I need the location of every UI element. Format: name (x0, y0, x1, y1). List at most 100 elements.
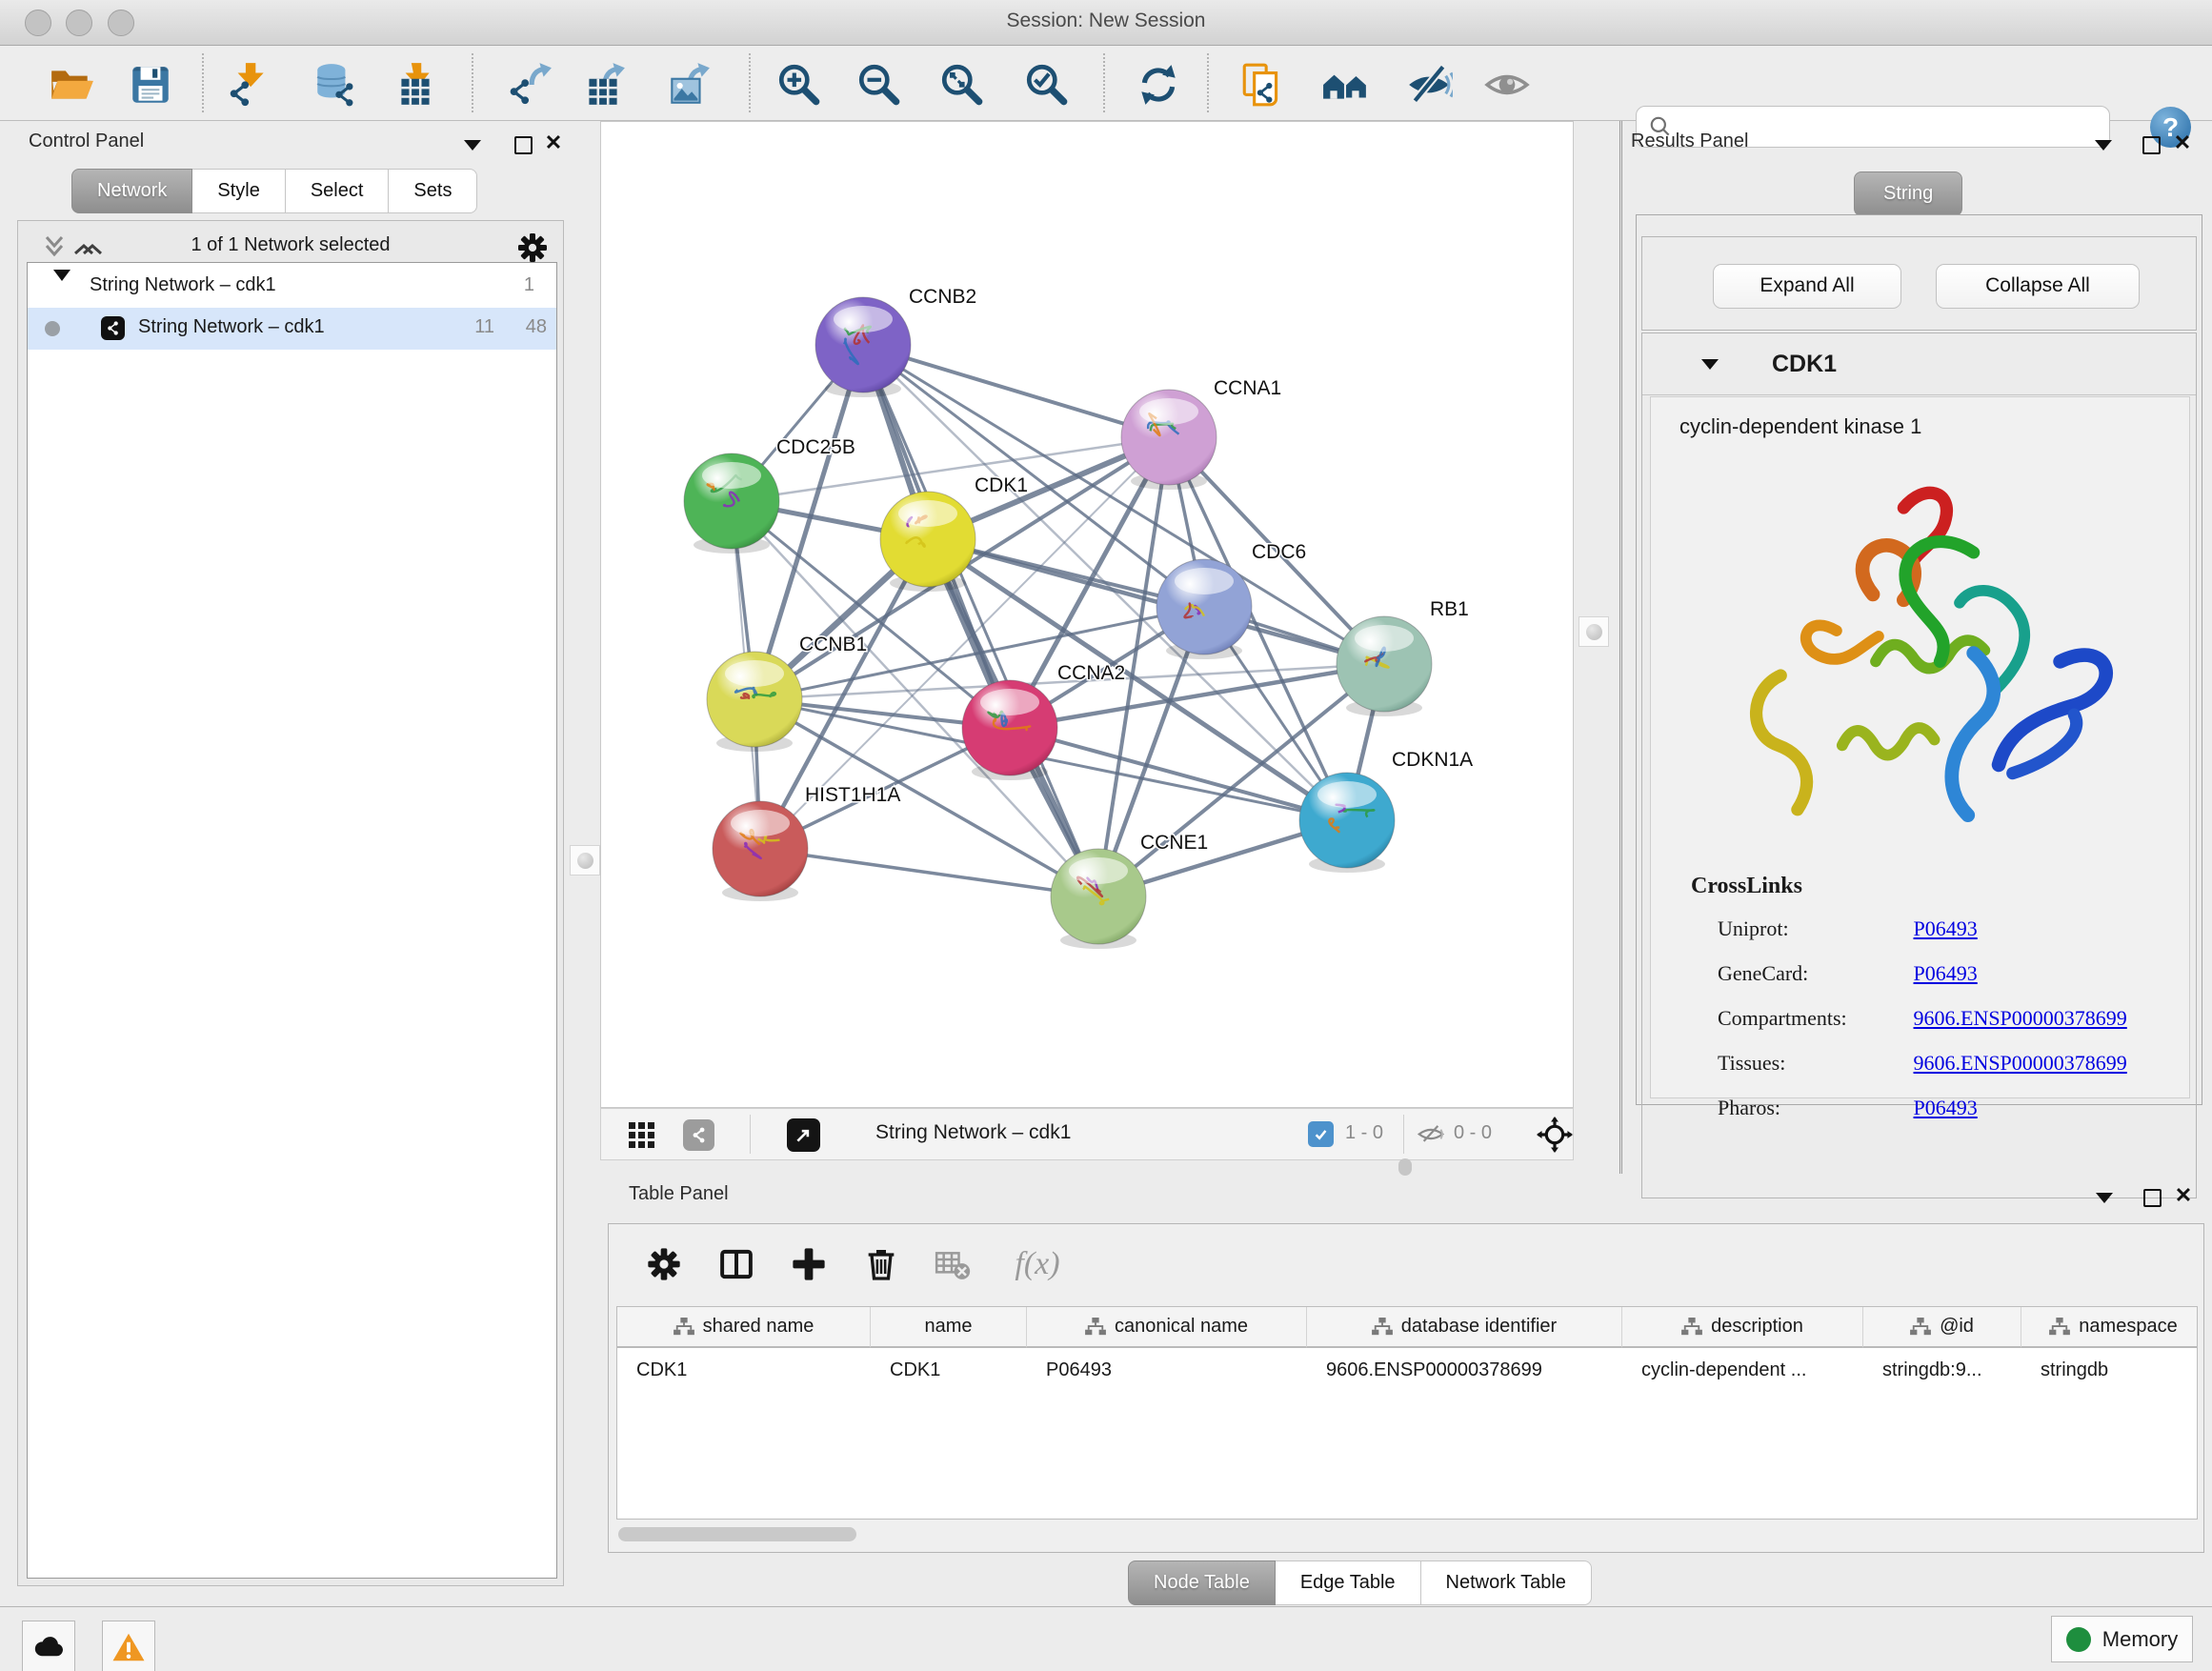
column-header-canonical-name[interactable]: canonical name (1027, 1307, 1307, 1348)
node-CDC6[interactable]: CDC6 (1156, 541, 1306, 659)
table-horizontal-scrollbar[interactable] (618, 1527, 856, 1541)
tab-select[interactable]: Select (286, 169, 390, 213)
network-options-gear-icon[interactable] (515, 231, 550, 265)
network-collection-row[interactable]: String Network – cdk1 1 (28, 266, 556, 308)
import-table-icon[interactable] (389, 58, 442, 111)
network-share-icon[interactable] (683, 1119, 714, 1151)
node-label-CDKN1A: CDKN1A (1392, 749, 1473, 771)
node-label-CCNA2: CCNA2 (1057, 662, 1125, 684)
show-column-panel-icon[interactable] (710, 1238, 763, 1291)
export-network-icon[interactable] (503, 58, 556, 111)
string-home-icon[interactable] (1318, 58, 1372, 111)
crosslink-link[interactable]: 9606.ENSP00000378699 (1914, 1051, 2127, 1075)
network-view-canvas[interactable]: CCNB2 CCNA1 CDC25B CDK1 CDC6 RB1 CCNB1 C… (600, 121, 1574, 1108)
save-session-icon[interactable] (124, 58, 177, 111)
column-header-namespace[interactable]: namespace (2021, 1307, 2198, 1348)
control-panel-maximize-button[interactable] (511, 132, 535, 157)
edge-CCNB2-CCNE1[interactable] (863, 345, 1098, 896)
table-cell[interactable]: P06493 (1027, 1350, 1307, 1390)
zoom-selected-icon[interactable] (1020, 58, 1074, 111)
column-header-shared-name[interactable]: shared name (617, 1307, 871, 1348)
tab-style[interactable]: Style (192, 169, 285, 213)
tab-node-table[interactable]: Node Table (1128, 1560, 1276, 1605)
export-table-icon[interactable] (576, 58, 630, 111)
hidden-nodes-edges-count: 0 - 0 (1454, 1122, 1492, 1144)
birds-eye-view-icon[interactable] (1537, 1117, 1573, 1153)
duplicate-network-icon[interactable] (1236, 58, 1289, 111)
tab-sets[interactable]: Sets (389, 169, 477, 213)
node-label-RB1: RB1 (1430, 598, 1469, 620)
crosslink-link[interactable]: P06493 (1914, 961, 1978, 985)
node-CCNB2[interactable]: CCNB2 (815, 286, 976, 397)
table-panel-close-button[interactable]: ✕ (2171, 1183, 2196, 1208)
network-row[interactable]: String Network – cdk1 11 48 (28, 308, 556, 350)
open-session-icon[interactable] (44, 58, 97, 111)
results-panel-close-button[interactable]: ✕ (2170, 131, 2195, 155)
title-bar: Session: New Session (0, 0, 2212, 46)
create-column-icon[interactable] (782, 1238, 835, 1291)
crosslink-link[interactable]: 9606.ENSP00000378699 (1914, 1006, 2127, 1030)
table-cell[interactable]: CDK1 (871, 1350, 1027, 1390)
window-title: Session: New Session (0, 10, 2212, 32)
selected-indicator-checkbox[interactable] (1308, 1121, 1334, 1147)
control-panel-float-button[interactable] (460, 132, 485, 157)
column-header-database-identifier[interactable]: database identifier (1307, 1307, 1622, 1348)
export-image-icon[interactable] (661, 58, 714, 111)
table-panel-maximize-button[interactable] (2140, 1185, 2164, 1210)
automation-cloud-button[interactable] (22, 1621, 75, 1671)
edge-CDK1-RB1[interactable] (928, 539, 1384, 664)
delete-column-trash-icon[interactable] (855, 1238, 908, 1291)
crosslink-link[interactable]: P06493 (1914, 1096, 1978, 1119)
protein-section-header[interactable]: CDK1 (1642, 333, 2196, 395)
tab-edge-table[interactable]: Edge Table (1276, 1560, 1421, 1605)
crosslink-link[interactable]: P06493 (1914, 916, 1978, 940)
expand-all-button[interactable]: Expand All (1713, 264, 1901, 309)
results-panel-maximize-button[interactable] (2139, 132, 2163, 157)
protein-name: CDK1 (1772, 351, 1837, 378)
cytoscape-window: Session: New Session ? Control Panel ✕ N… (0, 0, 2212, 1671)
refresh-layout-icon[interactable] (1132, 58, 1185, 111)
tab-string[interactable]: String (1854, 171, 1962, 216)
table-panel-float-button[interactable] (2092, 1185, 2117, 1210)
node-CDK1[interactable]: CDK1 (880, 474, 1028, 592)
table-cell[interactable]: 9606.ENSP00000378699 (1307, 1350, 1622, 1390)
import-database-icon[interactable] (309, 58, 362, 111)
show-all-icon[interactable] (1480, 58, 1534, 111)
hide-selected-icon[interactable] (1402, 58, 1456, 111)
warnings-button[interactable] (102, 1621, 155, 1671)
import-network-icon[interactable] (221, 58, 274, 111)
right-splitter[interactable] (1574, 121, 1622, 1174)
control-panel-title: Control Panel (29, 131, 144, 152)
open-in-new-window-icon[interactable] (787, 1118, 820, 1152)
table-options-gear-icon[interactable] (637, 1238, 691, 1291)
zoom-fit-icon[interactable] (935, 58, 989, 111)
left-splitter[interactable] (570, 121, 600, 1597)
control-panel-close-button[interactable]: ✕ (541, 131, 566, 155)
left-splitter-handle[interactable] (570, 845, 600, 876)
tab-network-table[interactable]: Network Table (1421, 1560, 1592, 1605)
table-cell[interactable]: cyclin-dependent ... (1622, 1350, 1863, 1390)
results-panel-float-button[interactable] (2091, 132, 2116, 157)
table-cell[interactable]: CDK1 (617, 1350, 871, 1390)
zoom-in-icon[interactable] (773, 58, 826, 111)
collection-disclosure-icon[interactable] (53, 281, 70, 303)
edge-HIST1H1A-CCNE1[interactable] (760, 849, 1098, 896)
table-cell[interactable]: stringdb (2021, 1350, 2198, 1390)
right-splitter-handle[interactable] (1579, 616, 1609, 647)
memory-button[interactable]: Memory (2051, 1616, 2193, 1662)
node-CDKN1A[interactable]: CDKN1A (1299, 749, 1473, 873)
tab-network[interactable]: Network (71, 169, 192, 213)
protein-disclosure-icon[interactable] (1701, 359, 1719, 370)
grid-view-icon[interactable] (628, 1121, 656, 1150)
node-RB1[interactable]: RB1 (1337, 598, 1469, 716)
zoom-out-icon[interactable] (853, 58, 906, 111)
table-tabs: Node TableEdge TableNetwork Table (1128, 1560, 1592, 1605)
status-bar: Memory (0, 1606, 2212, 1671)
column-header-name[interactable]: name (871, 1307, 1027, 1348)
node-HIST1H1A[interactable]: HIST1H1A (713, 784, 900, 901)
collapse-all-button[interactable]: Collapse All (1936, 264, 2140, 309)
table-cell[interactable]: stringdb:9... (1863, 1350, 2021, 1390)
column-header-description[interactable]: description (1622, 1307, 1863, 1348)
column-header-@id[interactable]: @id (1863, 1307, 2021, 1348)
divider (1403, 1115, 1404, 1154)
